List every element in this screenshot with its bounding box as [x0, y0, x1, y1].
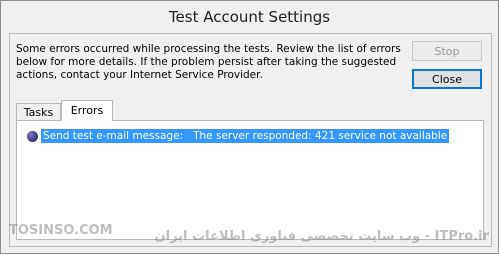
error-list-item[interactable]: Send test e-mail message: The server res… [27, 129, 450, 143]
status-message: Some errors occurred while processing th… [16, 43, 401, 81]
error-message-text: Send test e-mail message: The server res… [41, 129, 450, 143]
dialog-content: Some errors occurred while processing th… [9, 33, 492, 247]
errors-list: Send test e-mail message: The server res… [19, 125, 479, 235]
errors-panel: Send test e-mail message: The server res… [16, 120, 484, 240]
error-orb-icon [27, 130, 38, 142]
tab-errors[interactable]: Errors [61, 100, 113, 121]
tab-tasks[interactable]: Tasks [16, 103, 61, 120]
stop-button[interactable]: Stop [412, 41, 482, 61]
test-account-settings-dialog: Test Account Settings Some errors occurr… [0, 0, 499, 254]
close-button[interactable]: Close [412, 69, 482, 89]
window-title: Test Account Settings [1, 1, 498, 33]
